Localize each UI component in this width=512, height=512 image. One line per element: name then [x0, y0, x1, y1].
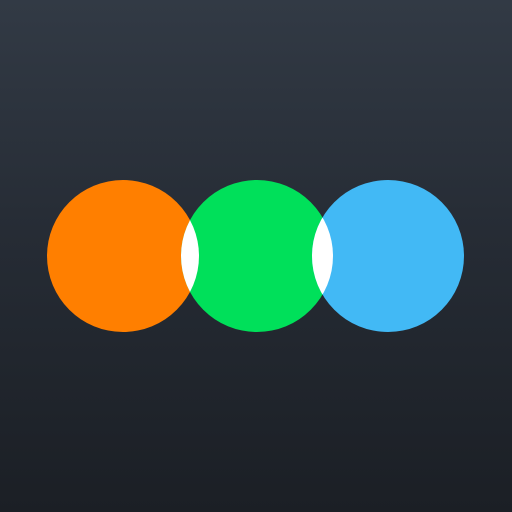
app-icon: [0, 0, 512, 512]
green-circle: [181, 180, 333, 332]
orange-circle: [47, 180, 199, 332]
blue-circle: [312, 180, 464, 332]
three-circles-logo-icon: [47, 180, 464, 332]
